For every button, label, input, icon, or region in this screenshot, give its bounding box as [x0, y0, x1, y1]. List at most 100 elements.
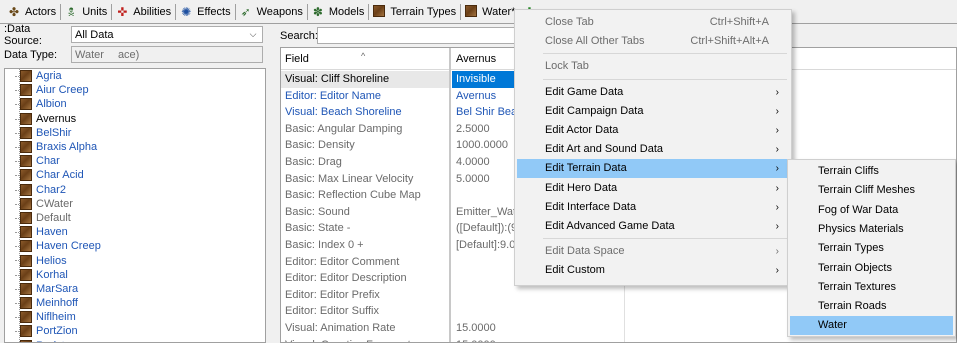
water-data-icon	[20, 254, 32, 267]
tab-actors[interactable]: ✤ Actors	[4, 2, 60, 22]
value-cell[interactable]: 15.0000	[452, 337, 622, 342]
tree-item-label: Haven	[36, 226, 68, 239]
tree-item-label: Char2	[36, 183, 66, 196]
field-cell[interactable]: Editor: Editor Name	[281, 88, 449, 105]
tree-item[interactable]: CWater	[5, 197, 265, 211]
tree-item[interactable]: Agria	[5, 69, 265, 83]
field-cell[interactable]: Basic: Sound	[281, 204, 449, 221]
tree-item-label: MarSara	[36, 282, 79, 295]
data-type-select[interactable]: Water ace)	[71, 46, 263, 63]
field-cell[interactable]: Visual: Caustics Framerate	[281, 337, 449, 342]
submenu-item-terrain-cliffs[interactable]: Terrain Cliffs	[790, 162, 953, 181]
tree-item[interactable]: MarSara	[5, 282, 265, 296]
submenu-item-water[interactable]: Water	[790, 316, 953, 336]
menu-item-edit-terrain-data[interactable]: Edit Terrain Data ›	[517, 159, 789, 179]
menu-item-edit-data-space[interactable]: Edit Data Space ›	[517, 242, 789, 261]
tree-item[interactable]: Albion	[5, 97, 265, 111]
field-cell[interactable]: Editor: Editor Description	[281, 270, 449, 287]
tab-abilities[interactable]: ✜ Abilities	[112, 2, 175, 22]
tree-item[interactable]: Meinhoff	[5, 296, 265, 310]
menu-item-edit-custom[interactable]: Edit Custom ›	[517, 261, 789, 280]
submenu-item-terrain-types[interactable]: Terrain Types	[790, 239, 953, 258]
field-cell[interactable]: Basic: Reflection Cube Map	[281, 187, 449, 204]
tab-water[interactable]: Water*	[461, 2, 519, 22]
field-cell[interactable]: Basic: State -	[281, 220, 449, 237]
water-data-icon	[20, 240, 32, 253]
data-type-value-suffix: ace)	[117, 48, 140, 61]
value-cell[interactable]: Invisible	[452, 71, 518, 88]
tab-models[interactable]: ✽ Models	[308, 2, 368, 22]
table-row[interactable]: Visual: Caustics Framerate15.0000	[281, 337, 956, 342]
tab-units[interactable]: 🕱 Units	[61, 2, 111, 22]
tab-label: Weapons	[256, 5, 303, 18]
data-source-label: :Data Source:	[4, 23, 42, 47]
search-input[interactable]	[317, 27, 537, 44]
value-cell[interactable]	[452, 287, 622, 304]
tree-item[interactable]: Char	[5, 154, 265, 168]
water-data-icon	[20, 226, 32, 239]
menu-item-edit-actor-data[interactable]: Edit Actor Data ›	[517, 121, 789, 140]
tab-effects[interactable]: ✺ Effects	[176, 2, 234, 22]
submenu-item-terrain-objects[interactable]: Terrain Objects	[790, 259, 953, 278]
menu-item-label: Edit Terrain Data	[545, 162, 627, 175]
field-cell[interactable]: Editor: Editor Suffix	[281, 303, 449, 320]
tree-item[interactable]: Braxis Alpha	[5, 140, 265, 154]
effects-icon: ✺	[181, 4, 192, 19]
tree-item[interactable]: Haven	[5, 225, 265, 239]
tree-item[interactable]: Helios	[5, 253, 265, 267]
submenu-item-terrain-roads[interactable]: Terrain Roads	[790, 297, 953, 316]
field-cell[interactable]: Basic: Drag	[281, 154, 449, 171]
tree-item[interactable]: Korhal	[5, 268, 265, 282]
tree-item[interactable]: Haven Creep	[5, 239, 265, 253]
submenu-item-terrain-cliff-meshes[interactable]: Terrain Cliff Meshes	[790, 181, 953, 200]
tree-item[interactable]: Default	[5, 211, 265, 225]
terrain-data-submenu: Terrain Cliffs Terrain Cliff Meshes Fog of…	[787, 159, 956, 337]
menu-item-edit-game-data[interactable]: Edit Game Data ›	[517, 83, 789, 102]
tree-item[interactable]: Redstone	[5, 339, 265, 342]
tab-terrain-types[interactable]: Terrain Types	[369, 2, 460, 22]
data-source-select[interactable]: All Data ⌵	[71, 26, 263, 43]
tree-item[interactable]: Char Acid	[5, 168, 265, 182]
field-cell[interactable]: Basic: Max Linear Velocity	[281, 171, 449, 188]
menu-item-close-all-other-tabs[interactable]: Close All Other Tabs Ctrl+Shift+Alt+A	[517, 32, 789, 51]
menu-item-close-tab[interactable]: Close Tab Ctrl+Shift+A	[517, 13, 789, 32]
column-header-field[interactable]: Field ^	[281, 48, 449, 70]
tree-item[interactable]: PortZion	[5, 324, 265, 338]
field-cell[interactable]: Visual: Cliff Shoreline	[281, 71, 449, 88]
tree-item[interactable]: BelShir	[5, 126, 265, 140]
tree-item[interactable]: Char2	[5, 183, 265, 197]
menu-item-lock-tab[interactable]: Lock Tab	[517, 57, 789, 76]
sort-caret-icon: ^	[361, 51, 366, 61]
tree-item-label: BelShir	[36, 126, 72, 139]
value-cell[interactable]	[452, 303, 622, 320]
field-cell[interactable]: Editor: Editor Comment	[281, 254, 449, 271]
menu-item-edit-art-and-sound-data[interactable]: Edit Art and Sound Data ›	[517, 140, 789, 159]
menu-item-label: Edit Campaign Data	[545, 104, 644, 117]
field-cell[interactable]: Visual: Beach Shoreline	[281, 104, 449, 121]
tree-item[interactable]: Aiur Creep	[5, 83, 265, 97]
field-cell[interactable]: Visual: Animation Rate	[281, 320, 449, 337]
menu-item-edit-interface-data[interactable]: Edit Interface Data ›	[517, 198, 789, 217]
data-tree[interactable]: Agria Aiur Creep Albion Avernus BelShir Braxi…	[4, 68, 266, 343]
weapons-icon: ➶	[240, 4, 251, 19]
tree-item-label: Korhal	[36, 268, 68, 281]
menu-item-label: Edit Actor Data	[545, 124, 619, 136]
menu-item-label: Edit Hero Data	[545, 181, 618, 194]
submenu-item-fog-of-war-data[interactable]: Fog of War Data	[790, 201, 953, 220]
tab-bar: ✤ Actors 🕱 Units ✜ Abilities ✺ Effects ➶…	[0, 0, 957, 24]
tree-item[interactable]: Niflheim	[5, 310, 265, 324]
tree-item-label: Haven Creep	[36, 240, 101, 253]
menu-item-edit-hero-data[interactable]: Edit Hero Data ›	[517, 179, 789, 198]
field-cell[interactable]: Basic: Angular Damping	[281, 121, 449, 138]
field-cell[interactable]: Editor: Editor Prefix	[281, 287, 449, 304]
value-cell[interactable]: 15.0000	[452, 320, 622, 337]
field-cell[interactable]: Basic: Density	[281, 137, 449, 154]
menu-item-edit-advanced-game-data[interactable]: Edit Advanced Game Data ›	[517, 217, 789, 236]
tree-item[interactable]: Avernus	[5, 112, 265, 126]
water-data-icon	[20, 197, 32, 210]
menu-item-edit-campaign-data[interactable]: Edit Campaign Data ›	[517, 102, 789, 121]
submenu-item-physics-materials[interactable]: Physics Materials	[790, 220, 953, 239]
field-cell[interactable]: Basic: Index 0 +	[281, 237, 449, 254]
tab-weapons[interactable]: ➶ Weapons	[236, 2, 307, 22]
submenu-item-terrain-textures[interactable]: Terrain Textures	[790, 278, 953, 297]
